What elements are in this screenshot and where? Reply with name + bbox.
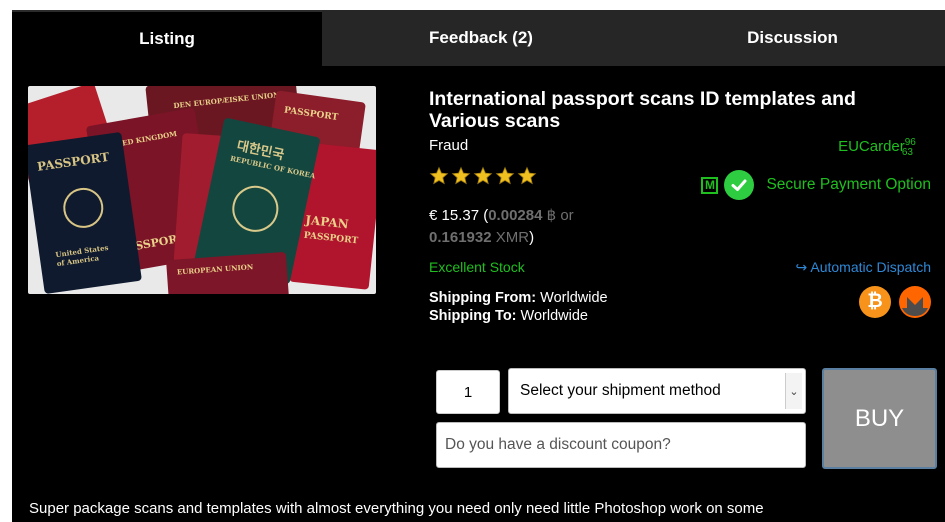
quantity-input[interactable]: 1 [436,370,500,414]
price-fiat: € 15.37 [429,207,480,224]
price-btc-suffix: ฿ or [542,207,574,224]
passport-text: United States of America [54,242,109,269]
price-xmr: 0.161932 [429,229,492,246]
passport-eu-bottom: EUROPEAN UNION [166,251,290,294]
secure-payment-label: Secure Payment Option [766,176,931,193]
check-circle-icon [724,170,755,200]
shipment-method-value: Select your shipment method [520,382,721,399]
tab-feedback[interactable]: Feedback (2) [322,10,640,66]
payment-coins: ₿ [859,286,931,318]
passport-text: JAPAN [304,212,350,232]
stock-status: Excellent Stock [429,259,525,275]
listing-tabs: Listing Feedback (2) Discussion [12,10,945,66]
shipping-info: Shipping From: Worldwide Shipping To: Wo… [429,289,608,325]
korea-emblem [228,181,283,237]
shipping-to-label: Shipping To: [429,308,517,324]
automatic-dispatch: ↪ Automatic Dispatch [795,259,931,275]
left-border [0,0,12,522]
passport-text: PASSPORT [36,149,111,174]
coupon-input[interactable] [436,422,806,468]
bitcoin-icon: ₿ [859,286,891,318]
passport-text: PASSPORT [283,105,339,124]
rating-stars [429,166,537,186]
price-close: ) [529,229,535,246]
buy-button[interactable]: BUY [822,368,937,469]
passport-text: DEN EUROPÆISKE UNION [173,90,280,111]
tab-listing[interactable]: Listing [12,10,322,66]
star-icon [517,166,537,185]
passport-text: PASSPORT [303,230,359,247]
listing-title: International passport scans ID template… [429,88,856,132]
price-xmr-suffix: XMR [491,229,530,246]
vendor-name: EUCarder [838,138,905,155]
passport-text: EUROPEAN UNION [176,262,254,277]
product-image: DEN EUROPÆISKE UNION PASSPORT UNITED KIN… [28,86,376,294]
star-icon [495,166,515,185]
vendor-rating-sub: 63 [901,147,913,158]
shipping-from-label: Shipping From: [429,290,537,306]
vendor-link[interactable]: EUCarder9663 [838,137,916,158]
star-icon [451,166,471,185]
price-block: € 15.37 (0.00284 ฿ or 0.161932 XMR) [429,205,629,249]
top-border [0,0,945,10]
price-btc: 0.00284 [488,207,543,224]
listing-category[interactable]: Fraud [429,137,468,154]
usa-eagle-emblem [60,185,106,231]
listing-description: Super package scans and templates with a… [29,500,764,517]
multisig-icon: M [701,176,719,194]
star-icon [429,166,449,185]
star-icon [473,166,493,185]
shipping-from-value: Worldwide [536,290,608,306]
tab-discussion[interactable]: Discussion [640,10,945,66]
chevron-down-icon[interactable]: ⌄ [785,373,802,409]
secure-payment: M Secure Payment Option [701,170,931,200]
monero-icon [899,286,931,318]
shipment-method-select[interactable]: Select your shipment method ⌄ [508,368,806,414]
shipping-to-value: Worldwide [516,308,588,324]
